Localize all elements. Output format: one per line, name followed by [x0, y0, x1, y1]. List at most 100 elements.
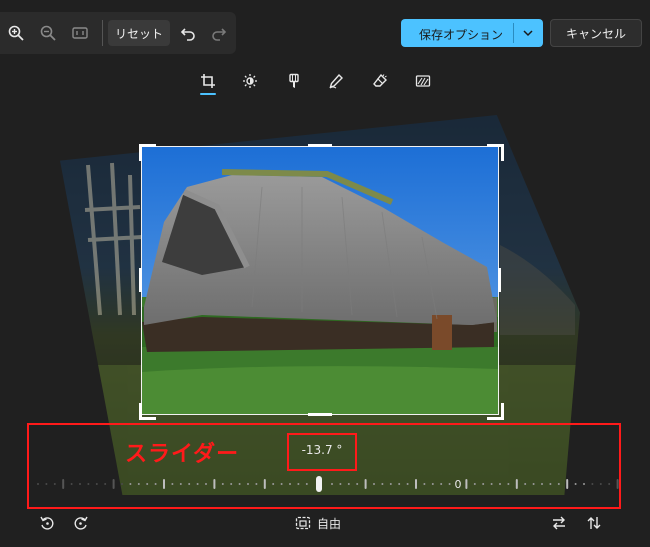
slider-minor-tick: [549, 483, 552, 485]
slider-minor-tick: [389, 483, 392, 485]
slider-major-tick: [263, 479, 266, 489]
slider-minor-tick: [179, 483, 182, 485]
fit-view-icon[interactable]: [64, 12, 96, 54]
slider-minor-tick: [146, 483, 149, 485]
redo-icon[interactable]: [203, 12, 235, 54]
crop-handle-left[interactable]: [139, 268, 142, 292]
pen-icon: [329, 73, 343, 89]
slider-minor-tick: [280, 483, 283, 485]
slider-minor-tick: [499, 483, 501, 485]
zoom-out-icon[interactable]: [32, 12, 64, 54]
crop-handle-bottom-left[interactable]: [139, 403, 156, 420]
slider-minor-tick: [524, 483, 527, 485]
tab-adjust[interactable]: [237, 68, 263, 94]
flip-vertical-icon[interactable]: [584, 513, 604, 533]
slider-minor-tick: [79, 483, 81, 485]
slider-minor-tick: [431, 483, 434, 485]
save-options-button[interactable]: 保存オプション: [401, 19, 543, 47]
slider-minor-tick: [255, 483, 258, 485]
slider-minor-tick: [608, 483, 611, 485]
zoom-in-icon[interactable]: [0, 12, 32, 54]
slider-major-tick: [163, 479, 165, 489]
crop-handle-bottom[interactable]: [308, 413, 332, 416]
rotate-right-icon[interactable]: [71, 513, 91, 533]
slider-minor-tick: [557, 483, 560, 485]
slider-minor-tick: [154, 483, 157, 485]
undo-icon[interactable]: [172, 12, 204, 54]
tab-erase[interactable]: [367, 68, 393, 94]
slider-minor-tick: [272, 483, 275, 485]
aspect-ratio-button[interactable]: 自由: [295, 513, 341, 533]
cancel-button[interactable]: キャンセル: [550, 19, 642, 47]
slider-minor-tick: [507, 483, 510, 485]
tab-markup[interactable]: [323, 68, 349, 94]
slider-minor-tick: [230, 483, 233, 485]
slider-major-tick: [62, 479, 65, 489]
slider-minor-tick: [532, 483, 535, 485]
aspect-ratio-label: 自由: [317, 516, 342, 531]
slider-minor-tick: [599, 483, 602, 485]
slider-minor-tick: [289, 483, 291, 485]
slider-major-tick: [515, 479, 518, 489]
slider-major-tick: [364, 479, 367, 489]
tab-filter[interactable]: [281, 68, 307, 94]
slider-minor-tick: [356, 483, 359, 485]
brightness-icon: [243, 74, 257, 88]
toolbar-separator: [102, 20, 103, 46]
slider-minor-tick: [305, 483, 308, 485]
slider-minor-tick: [188, 483, 191, 485]
slider-minor-tick: [171, 483, 174, 485]
slider-minor-tick: [574, 483, 577, 485]
background-icon: [415, 75, 431, 87]
slider-minor-tick: [238, 483, 241, 485]
rotate-left-icon[interactable]: [37, 513, 57, 533]
slider-minor-tick: [473, 483, 476, 485]
crop-handle-right[interactable]: [498, 268, 501, 292]
slider-minor-tick: [37, 483, 39, 485]
slider-minor-tick: [440, 483, 443, 485]
slider-minor-tick: [490, 483, 493, 485]
reset-button[interactable]: リセット: [108, 20, 170, 46]
photo-preview: [142, 147, 498, 414]
crop-icon: [201, 74, 215, 88]
crop-frame[interactable]: [141, 146, 499, 415]
slider-major-tick: [566, 479, 569, 489]
slider-minor-tick: [398, 483, 401, 485]
slider-minor-tick: [347, 483, 350, 485]
crop-handle-top-left[interactable]: [139, 144, 156, 161]
tab-crop[interactable]: [195, 68, 221, 94]
crop-handle-top[interactable]: [308, 144, 332, 147]
slider-zero-label: 0: [455, 478, 462, 491]
tab-background[interactable]: [410, 68, 436, 94]
filter-icon: [289, 73, 299, 88]
slider-minor-tick: [53, 483, 56, 485]
slider-major-tick: [465, 479, 468, 489]
crop-handle-top-right[interactable]: [487, 144, 504, 161]
slider-minor-tick: [87, 483, 90, 485]
slider-thumb[interactable]: [316, 476, 322, 492]
slider-minor-tick: [331, 483, 333, 485]
eraser-icon: [373, 73, 387, 87]
slider-minor-tick: [137, 483, 140, 485]
slider-minor-tick: [247, 483, 249, 485]
slider-major-tick: [213, 479, 216, 489]
slider-minor-tick: [482, 483, 485, 485]
active-tab-indicator: [200, 93, 216, 95]
angle-readout: -13.7 °: [301, 443, 343, 457]
slider-major-tick: [415, 479, 417, 489]
crop-handle-bottom-right[interactable]: [487, 403, 504, 420]
slider-minor-tick: [381, 483, 384, 485]
slider-major-tick: [616, 479, 619, 489]
slider-minor-tick: [205, 483, 207, 485]
slider-minor-tick: [373, 483, 375, 485]
save-split-divider: [513, 23, 514, 43]
flip-horizontal-icon[interactable]: [549, 513, 569, 533]
slider-minor-tick: [423, 483, 426, 485]
slider-minor-tick: [196, 483, 199, 485]
slider-minor-tick: [591, 483, 594, 485]
chevron-down-icon[interactable]: [521, 26, 535, 40]
slider-minor-tick: [121, 483, 123, 485]
annotation-label: スライダー: [125, 442, 240, 467]
slider-major-tick: [112, 479, 115, 489]
straighten-slider[interactable]: 0: [30, 474, 620, 494]
